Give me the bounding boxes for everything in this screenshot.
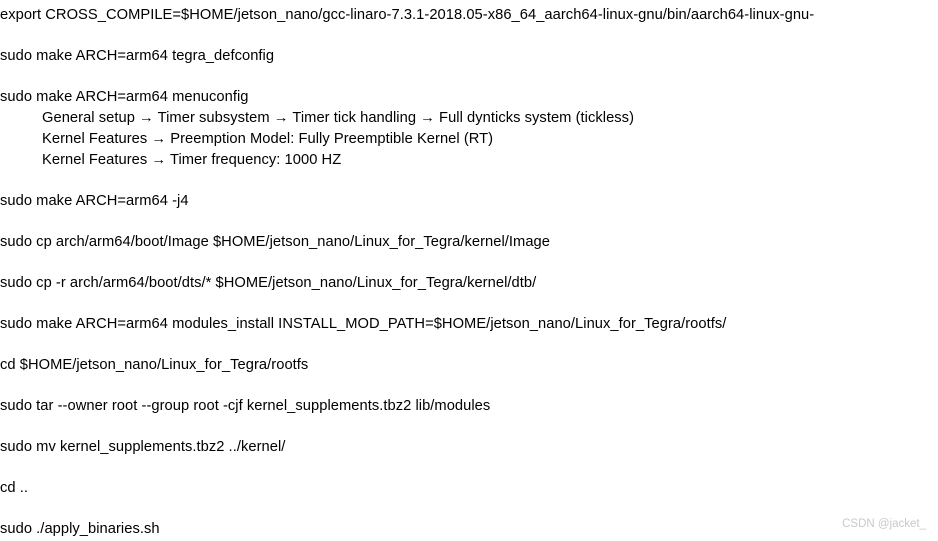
line-modules-install: sudo make ARCH=arm64 modules_install INS… [0, 316, 727, 332]
line-export-cross-compile: export CROSS_COMPILE=$HOME/jetson_nano/g… [0, 7, 815, 23]
line-make-j4: sudo make ARCH=arm64 -j4 [0, 193, 189, 209]
command-list-document: export CROSS_COMPILE=$HOME/jetson_nano/g… [0, 0, 938, 541]
line-make-menuconfig: sudo make ARCH=arm64 menuconfig [0, 89, 249, 105]
line-menu-general-setup: General setup → Timer subsystem → Timer … [42, 110, 635, 126]
line-make-tegra-defconfig: sudo make ARCH=arm64 tegra_defconfig [0, 48, 275, 64]
line-cp-dts: sudo cp -r arch/arm64/boot/dts/* $HOME/j… [0, 275, 537, 291]
csdn-watermark: CSDN @jacket_ [842, 518, 926, 530]
line-apply-binaries: sudo ./apply_binaries.sh [0, 521, 160, 537]
line-mv-kernel-supplements: sudo mv kernel_supplements.tbz2 ../kerne… [0, 439, 286, 455]
line-cd-up: cd .. [0, 480, 29, 496]
line-cd-rootfs: cd $HOME/jetson_nano/Linux_for_Tegra/roo… [0, 357, 309, 373]
line-menu-preemption-model: Kernel Features → Preemption Model: Full… [42, 131, 494, 147]
line-cp-image: sudo cp arch/arm64/boot/Image $HOME/jets… [0, 234, 550, 250]
line-menu-timer-frequency: Kernel Features → Timer frequency: 1000 … [42, 152, 342, 168]
line-tar-kernel-supplements: sudo tar --owner root --group root -cjf … [0, 398, 491, 414]
